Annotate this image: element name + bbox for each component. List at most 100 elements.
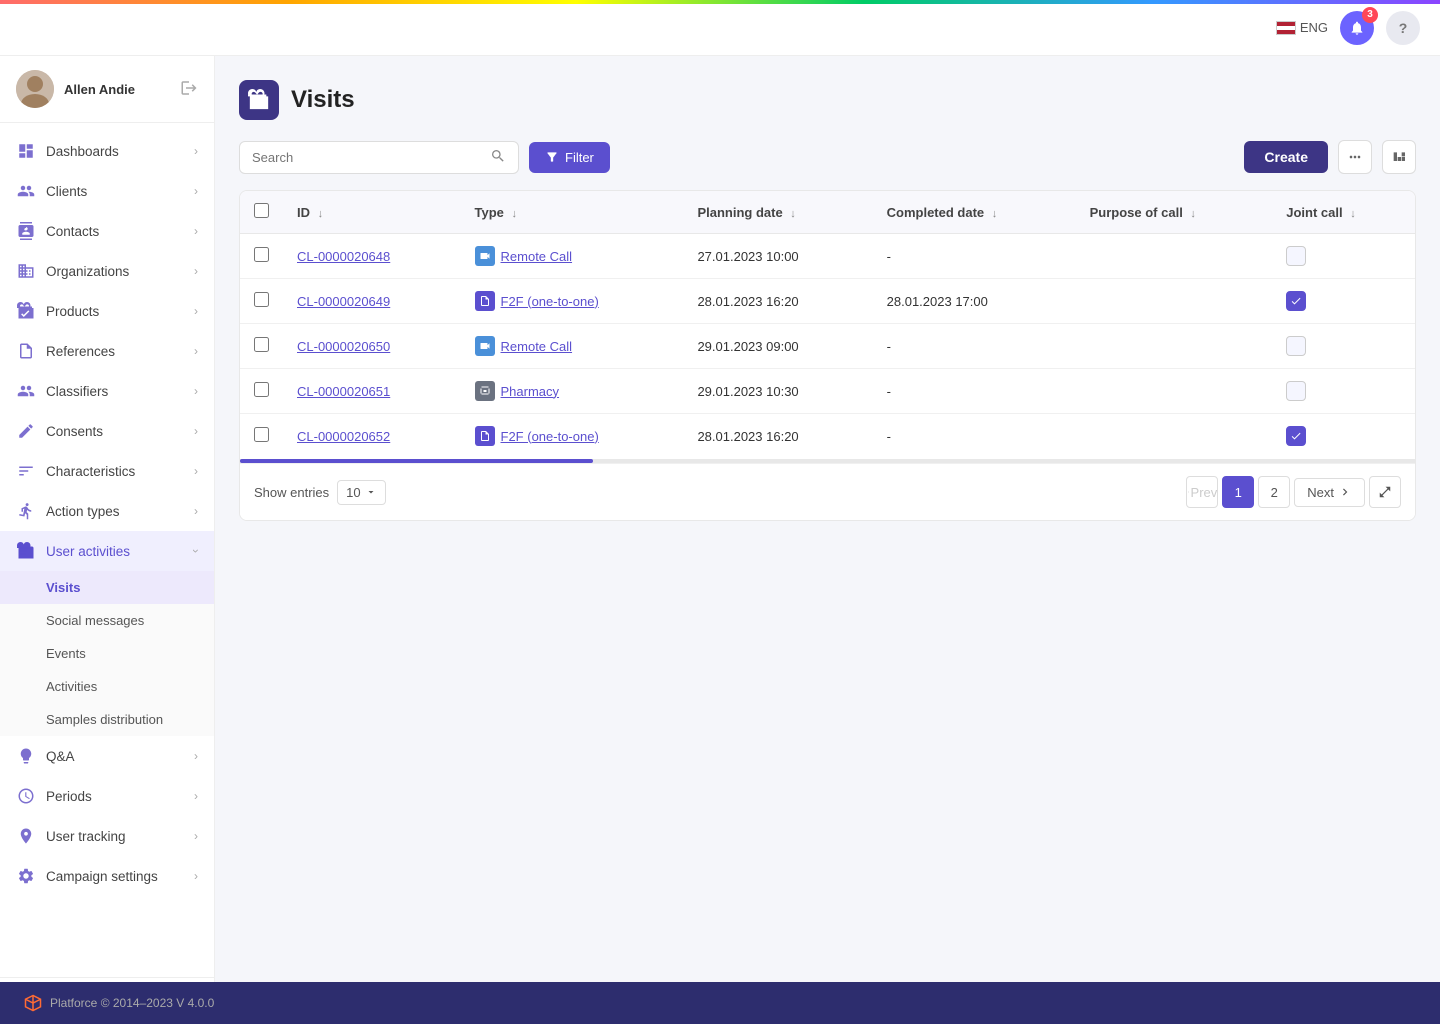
logout-button[interactable] [180, 79, 198, 100]
type-label[interactable]: F2F (one-to-one) [501, 429, 599, 444]
joint-call-checkbox[interactable] [1286, 246, 1306, 266]
lang-label: ENG [1300, 20, 1328, 35]
filter-button[interactable]: Filter [529, 142, 610, 173]
sidebar-subitem-activities[interactable]: Activities [0, 670, 214, 703]
sidebar-item-clients[interactable]: Clients › [0, 171, 214, 211]
planning-date: 29.01.2023 09:00 [683, 324, 872, 369]
sidebar-item-dashboards[interactable]: Dashboards › [0, 131, 214, 171]
planning-date: 29.01.2023 10:30 [683, 369, 872, 414]
prev-page-button[interactable]: Prev [1186, 476, 1218, 508]
sidebar-item-qa[interactable]: Q&A › [0, 736, 214, 776]
layout: Allen Andie Dashboards › Clie [0, 56, 1440, 1024]
row-checkbox[interactable] [254, 292, 269, 307]
type-badge: Pharmacy [475, 381, 670, 401]
campaign-settings-icon [16, 866, 36, 886]
visits-table: ID ↓ Type ↓ Planning date ↓ Completed da… [239, 190, 1416, 521]
references-label: References [46, 344, 184, 359]
classifiers-chevron: › [194, 384, 198, 398]
column-toggle-button[interactable] [1382, 140, 1416, 174]
filter-icon [545, 150, 559, 164]
record-id-link[interactable]: CL-0000020650 [297, 339, 390, 354]
footer-logo-icon [24, 994, 42, 1012]
sidebar-item-organizations[interactable]: Organizations › [0, 251, 214, 291]
select-all-checkbox[interactable] [254, 203, 269, 218]
record-id-link[interactable]: CL-0000020652 [297, 429, 390, 444]
type-label[interactable]: Pharmacy [501, 384, 560, 399]
search-button[interactable] [490, 148, 506, 167]
sidebar-item-action-types[interactable]: Action types › [0, 491, 214, 531]
consents-chevron: › [194, 424, 198, 438]
col-purpose-of-call: Purpose of call ↓ [1076, 191, 1273, 234]
sidebar-item-user-activities[interactable]: User activities › [0, 531, 214, 571]
page-header: Visits [239, 80, 1416, 120]
action-types-label: Action types [46, 504, 184, 519]
joint-call-checkbox[interactable] [1286, 426, 1306, 446]
page-1-button[interactable]: 1 [1222, 476, 1254, 508]
purpose-of-call [1076, 369, 1273, 414]
sidebar-user: Allen Andie [0, 56, 214, 123]
footer-text: Platforce © 2014–2023 V 4.0.0 [50, 996, 214, 1010]
scroll-indicator [240, 459, 1415, 463]
joint-call-checkbox[interactable] [1286, 381, 1306, 401]
sidebar-item-classifiers[interactable]: Classifiers › [0, 371, 214, 411]
purpose-of-call [1076, 414, 1273, 459]
type-label[interactable]: Remote Call [501, 339, 573, 354]
sidebar-item-user-tracking[interactable]: User tracking › [0, 816, 214, 856]
sidebar-item-characteristics[interactable]: Characteristics › [0, 451, 214, 491]
language-selector[interactable]: ENG [1276, 20, 1328, 35]
user-activities-label: User activities [46, 544, 184, 559]
notifications-bell[interactable]: 3 [1340, 11, 1374, 45]
record-id-link[interactable]: CL-0000020651 [297, 384, 390, 399]
completed-date: - [873, 414, 1076, 459]
clients-icon [16, 181, 36, 201]
joint-call-checkbox[interactable] [1286, 291, 1306, 311]
type-label[interactable]: F2F (one-to-one) [501, 294, 599, 309]
completed-date: 28.01.2023 17:00 [873, 279, 1076, 324]
sidebar-subitem-visits[interactable]: Visits [0, 571, 214, 604]
entries-count-select[interactable]: 10 [337, 480, 385, 505]
completed-date: - [873, 234, 1076, 279]
expand-table-button[interactable] [1369, 476, 1401, 508]
avatar [16, 70, 54, 108]
show-entries-label: Show entries [254, 485, 329, 500]
next-page-button[interactable]: Next [1294, 478, 1365, 507]
help-button[interactable]: ? [1386, 11, 1420, 45]
table-row: CL-0000020650 Remote Call 29.01.2023 09:… [240, 324, 1415, 369]
expand-icon [1378, 485, 1392, 499]
completed-date: - [873, 369, 1076, 414]
type-icon [475, 291, 495, 311]
row-checkbox[interactable] [254, 427, 269, 442]
sidebar-subitem-samples-distribution[interactable]: Samples distribution [0, 703, 214, 736]
sidebar-item-products[interactable]: Products › [0, 291, 214, 331]
sidebar-item-consents[interactable]: Consents › [0, 411, 214, 451]
contacts-chevron: › [194, 224, 198, 238]
sidebar-subitem-events[interactable]: Events [0, 637, 214, 670]
more-options-button[interactable] [1338, 140, 1372, 174]
table-row: CL-0000020651 Pharmacy 29.01.2023 10:30 … [240, 369, 1415, 414]
type-label[interactable]: Remote Call [501, 249, 573, 264]
username-label: Allen Andie [64, 82, 170, 97]
joint-call-checkbox[interactable] [1286, 336, 1306, 356]
action-types-icon [16, 501, 36, 521]
search-input[interactable] [252, 150, 482, 165]
notification-count: 3 [1362, 7, 1378, 23]
action-types-chevron: › [194, 504, 198, 518]
qa-label: Q&A [46, 749, 184, 764]
create-button[interactable]: Create [1244, 141, 1328, 173]
record-id-link[interactable]: CL-0000020649 [297, 294, 390, 309]
row-checkbox[interactable] [254, 382, 269, 397]
row-checkbox[interactable] [254, 247, 269, 262]
type-icon [475, 426, 495, 446]
sidebar-subitem-social-messages[interactable]: Social messages [0, 604, 214, 637]
products-chevron: › [194, 304, 198, 318]
row-checkbox[interactable] [254, 337, 269, 352]
sidebar-item-periods[interactable]: Periods › [0, 776, 214, 816]
page-2-button[interactable]: 2 [1258, 476, 1290, 508]
sidebar-item-campaign-settings[interactable]: Campaign settings › [0, 856, 214, 896]
record-id-link[interactable]: CL-0000020648 [297, 249, 390, 264]
sidebar-item-contacts[interactable]: Contacts › [0, 211, 214, 251]
scroll-thumb [240, 459, 593, 463]
sidebar-item-references[interactable]: References › [0, 331, 214, 371]
user-tracking-label: User tracking [46, 829, 184, 844]
footer: Platforce © 2014–2023 V 4.0.0 [0, 982, 1440, 1024]
